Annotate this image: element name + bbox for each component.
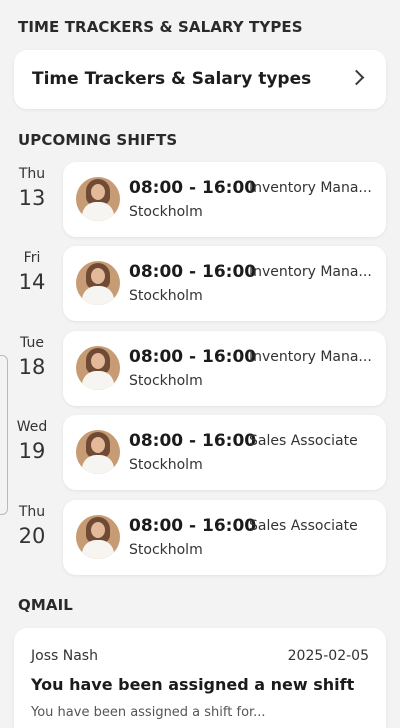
shift-location: Stockholm <box>129 288 203 304</box>
shift-day-number: 13 <box>18 186 46 210</box>
shift-time: 08:00 - 16:00 <box>129 431 257 451</box>
avatar <box>76 346 120 390</box>
shift-card[interactable]: 08:00 - 16:00 Inventory Mana... Stockhol… <box>63 162 386 237</box>
qmail-message-card[interactable]: Joss Nash 2025-02-05 You have been assig… <box>14 628 386 728</box>
time-trackers-card[interactable]: Time Trackers & Salary types <box>14 50 386 109</box>
shift-role: Sales Associate <box>249 433 358 449</box>
shift-date: Wed 19 <box>14 419 50 464</box>
shift-role: Sales Associate <box>249 518 358 534</box>
avatar <box>76 261 120 305</box>
shift-row: Tue 18 08:00 - 16:00 Inventory Mana... S… <box>0 331 400 406</box>
shift-card[interactable]: 08:00 - 16:00 Sales Associate Stockholm <box>63 500 386 575</box>
section-title-upcoming-shifts: UPCOMING SHIFTS <box>18 131 178 149</box>
shift-date: Thu 13 <box>14 166 50 211</box>
shift-location: Stockholm <box>129 457 203 473</box>
shift-card[interactable]: 08:00 - 16:00 Sales Associate Stockholm <box>63 415 386 490</box>
shift-time: 08:00 - 16:00 <box>129 516 257 536</box>
shift-row: Thu 13 08:00 - 16:00 Inventory Mana... S… <box>0 162 400 237</box>
shift-row: Wed 19 08:00 - 16:00 Sales Associate Sto… <box>0 415 400 490</box>
shift-day-name: Wed <box>16 419 48 435</box>
qmail-sender: Joss Nash <box>31 648 98 664</box>
shift-card[interactable]: 08:00 - 16:00 Inventory Mana... Stockhol… <box>63 331 386 406</box>
shift-day-number: 19 <box>18 439 46 463</box>
section-title-qmail: QMAIL <box>18 596 73 614</box>
shift-role: Inventory Mana... <box>249 264 372 280</box>
shift-day-number: 14 <box>18 270 46 294</box>
shift-date: Fri 14 <box>14 250 50 295</box>
shift-day-name: Fri <box>23 250 41 266</box>
qmail-subject: You have been assigned a new shift <box>31 675 355 694</box>
shift-row: Thu 20 08:00 - 16:00 Sales Associate Sto… <box>0 500 400 575</box>
qmail-preview: You have been assigned a shift for... <box>31 705 266 720</box>
avatar <box>76 430 120 474</box>
shift-time: 08:00 - 16:00 <box>129 347 257 367</box>
shift-day-name: Thu <box>18 504 46 520</box>
section-title-time-trackers: TIME TRACKERS & SALARY TYPES <box>18 18 303 36</box>
shift-day-number: 18 <box>18 355 46 379</box>
side-drawer-handle[interactable] <box>0 355 8 515</box>
shift-location: Stockholm <box>129 542 203 558</box>
shift-location: Stockholm <box>129 373 203 389</box>
shift-time: 08:00 - 16:00 <box>129 262 257 282</box>
shift-date: Tue 18 <box>14 335 50 380</box>
chevron-right-icon <box>348 69 365 86</box>
shift-day-name: Thu <box>18 166 46 182</box>
avatar <box>76 515 120 559</box>
shift-location: Stockholm <box>129 204 203 220</box>
shift-card[interactable]: 08:00 - 16:00 Inventory Mana... Stockhol… <box>63 246 386 321</box>
shift-time: 08:00 - 16:00 <box>129 178 257 198</box>
shift-date: Thu 20 <box>14 504 50 549</box>
shift-role: Inventory Mana... <box>249 180 372 196</box>
shift-row: Fri 14 08:00 - 16:00 Inventory Mana... S… <box>0 246 400 321</box>
qmail-date: 2025-02-05 <box>287 648 369 664</box>
shift-role: Inventory Mana... <box>249 349 372 365</box>
avatar <box>76 177 120 221</box>
shift-day-number: 20 <box>18 524 46 548</box>
time-trackers-label: Time Trackers & Salary types <box>32 69 312 89</box>
shift-day-name: Tue <box>20 335 44 351</box>
